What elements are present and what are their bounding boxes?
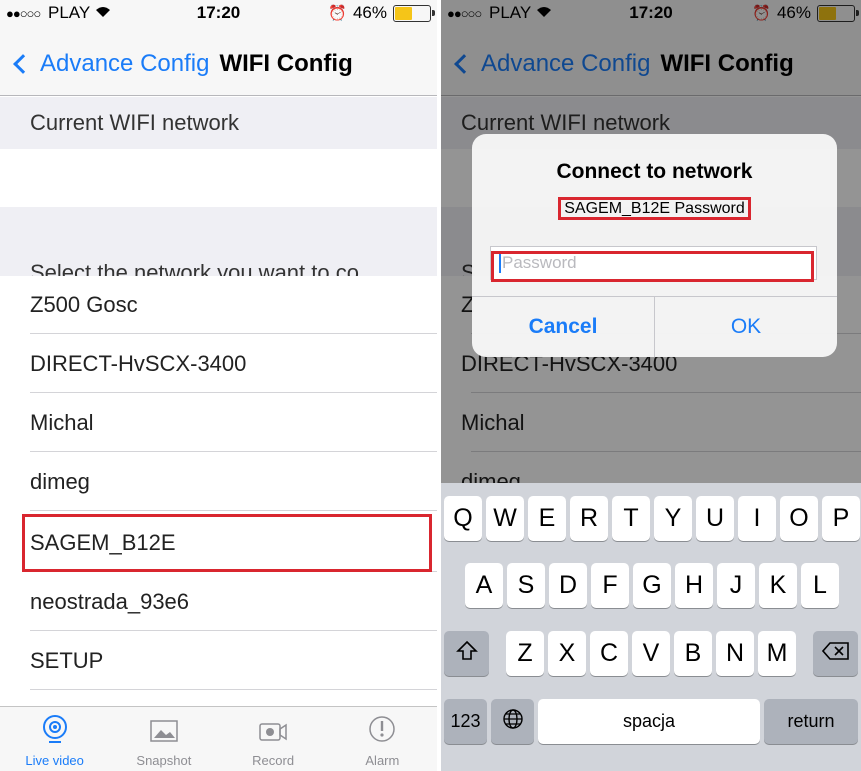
tab-label: Alarm — [365, 753, 400, 768]
key-s[interactable]: S — [507, 563, 545, 608]
navigation-bar: Advance Config WIFI Config — [0, 26, 437, 96]
key-d[interactable]: D — [549, 563, 587, 608]
cancel-button[interactable]: Cancel — [472, 297, 655, 357]
network-row-dimeg[interactable]: dimeg — [0, 453, 437, 511]
key-n[interactable]: N — [716, 631, 754, 676]
password-highlight-box — [491, 251, 814, 282]
key-e[interactable]: E — [528, 496, 566, 541]
globe-icon — [502, 708, 524, 735]
key-w[interactable]: W — [486, 496, 524, 541]
back-button[interactable]: Advance Config WIFI Config — [12, 50, 353, 78]
shift-icon — [455, 640, 478, 667]
tab-live-video[interactable]: Live video — [0, 707, 109, 771]
return-key[interactable]: return — [764, 699, 858, 744]
shift-key[interactable] — [444, 631, 489, 676]
battery-icon — [393, 4, 435, 22]
key-r[interactable]: R — [570, 496, 608, 541]
wifi-config-screen: ●●○○○ PLAY 17:20 ⏰ 46% Advance Config WI… — [0, 0, 437, 771]
alarm-icon — [367, 714, 397, 753]
key-t[interactable]: T — [612, 496, 650, 541]
connect-dialog: Connect to network SAGEM_B12E Password P… — [472, 134, 837, 357]
key-u[interactable]: U — [696, 496, 734, 541]
key-l[interactable]: L — [801, 563, 839, 608]
current-network-row — [0, 149, 437, 207]
page-title: WIFI Config — [219, 50, 353, 77]
key-x[interactable]: X — [548, 631, 586, 676]
key-h[interactable]: H — [675, 563, 713, 608]
backspace-icon — [821, 641, 850, 666]
live-video-icon — [40, 714, 70, 753]
key-m[interactable]: M — [758, 631, 796, 676]
tab-label: Record — [252, 753, 295, 768]
numbers-key[interactable]: 123 — [444, 699, 487, 744]
network-row-michal[interactable]: Michal — [0, 394, 437, 452]
tab-label: Live video — [25, 753, 84, 768]
alarm-clock-icon: ⏰ — [328, 5, 347, 22]
battery-percent: 46% — [352, 3, 387, 22]
delete-key[interactable] — [813, 631, 858, 676]
tab-snapshot[interactable]: Snapshot — [109, 707, 218, 771]
sagem-highlight-box — [22, 514, 432, 572]
record-icon — [257, 718, 289, 753]
globe-key[interactable] — [491, 699, 534, 744]
network-row-z500-gosc[interactable]: Z500 Gosc — [0, 276, 437, 334]
key-a[interactable]: A — [465, 563, 503, 608]
key-g[interactable]: G — [633, 563, 671, 608]
key-v[interactable]: V — [632, 631, 670, 676]
tab-record[interactable]: Record — [219, 707, 328, 771]
key-i[interactable]: I — [738, 496, 776, 541]
ok-button[interactable]: OK — [655, 297, 837, 357]
network-name-highlight: SAGEM_B12E Password — [558, 197, 751, 220]
key-y[interactable]: Y — [654, 496, 692, 541]
key-o[interactable]: O — [780, 496, 818, 541]
key-f[interactable]: F — [591, 563, 629, 608]
password-dialog-screen: ●●○○○ PLAY 17:20 ⏰ 46% Advance Config WI… — [441, 0, 861, 771]
tab-alarm[interactable]: Alarm — [328, 707, 437, 771]
key-j[interactable]: J — [717, 563, 755, 608]
dialog-title: Connect to network — [556, 160, 753, 183]
key-k[interactable]: K — [759, 563, 797, 608]
key-z[interactable]: Z — [506, 631, 544, 676]
tab-bar: Live video Snapshot Record Alarm — [0, 706, 437, 771]
back-label: Advance Config — [40, 50, 210, 77]
space-key[interactable]: spacja — [538, 699, 760, 744]
tab-label: Snapshot — [136, 753, 192, 768]
status-bar: ●●○○○ PLAY 17:20 ⏰ 46% — [0, 0, 437, 26]
network-row-direct-hvscx[interactable]: DIRECT-HvSCX-3400 — [0, 335, 437, 393]
key-q[interactable]: Q — [444, 496, 482, 541]
chevron-left-icon — [13, 54, 33, 74]
dialog-message: SAGEM_B12E Password — [472, 197, 837, 220]
network-row-neostrada[interactable]: neostrada_93e6 — [0, 573, 437, 631]
keyboard: QWERTYUIOP ASDFGHJKL ZXCVBNM 123 spacja … — [441, 483, 861, 771]
key-b[interactable]: B — [674, 631, 712, 676]
current-network-header: Current WIFI network — [0, 97, 437, 149]
key-p[interactable]: P — [822, 496, 860, 541]
key-c[interactable]: C — [590, 631, 628, 676]
network-row-setup[interactable]: SETUP — [0, 632, 437, 690]
snapshot-icon — [149, 718, 179, 753]
